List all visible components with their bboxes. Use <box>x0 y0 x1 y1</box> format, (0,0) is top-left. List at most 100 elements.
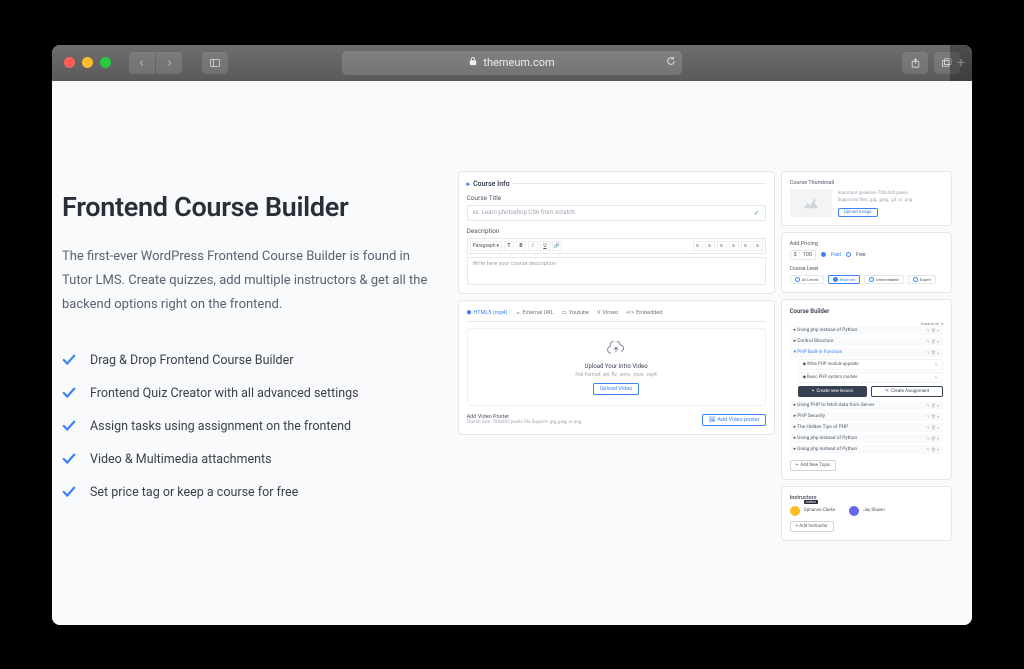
tab-embedded[interactable]: </>Embedded <box>626 309 662 317</box>
image-icon: 🖼 <box>708 417 715 423</box>
align-right-button[interactable]: ≡ <box>717 241 727 251</box>
address-text: themeum.com <box>483 56 554 69</box>
align-center-button[interactable]: ≡ <box>705 241 715 251</box>
reload-button[interactable] <box>666 56 676 69</box>
minimize-window-button[interactable] <box>82 57 93 68</box>
create-assignment-button[interactable]: ✎ Create Assignment <box>871 386 943 397</box>
close-window-button[interactable] <box>64 57 75 68</box>
feature-text: Assign tasks using assignment on the fro… <box>90 419 351 434</box>
free-radio[interactable] <box>846 252 851 257</box>
upload-image-button[interactable]: Upload Image <box>838 208 878 217</box>
author-badge: Author <box>804 500 818 504</box>
price-row: $ 100 Paid Free <box>790 250 943 260</box>
video-tabs: ⬢HTML5 (mp4) 𐄬External URL ▭Youtube VVim… <box>467 309 766 322</box>
add-topic-button[interactable]: + Add New Topic <box>790 460 837 471</box>
create-buttons: + Create new lesson ✎ Create Assignment <box>798 386 943 397</box>
new-tab-button[interactable]: + <box>950 45 972 81</box>
level-row: All Levels Beginner Intermediate Expert <box>790 275 943 284</box>
topic-item[interactable]: ▸ PHP Security✎ 🗑 ▾ <box>790 412 943 421</box>
add-instructor-button[interactable]: + Add Instructor <box>790 521 834 532</box>
poster-info: Add Video Poster Thumb Size: 700x430 pix… <box>467 414 582 425</box>
instructor-chip[interactable]: Ophanne Clarke Author <box>790 506 836 516</box>
paragraph-dropdown[interactable]: Paragraph ▾ <box>470 241 502 251</box>
check-icon <box>62 419 76 433</box>
thumbnail-label: Course Thumbnail <box>790 180 943 186</box>
tab-external-url[interactable]: 𐄬External URL <box>516 309 554 317</box>
upload-area[interactable]: Upload Your Intro Video File Format: avi… <box>467 328 766 406</box>
forward-button[interactable] <box>156 52 182 74</box>
address-bar[interactable]: themeum.com <box>342 51 682 75</box>
thumbnail-box: Important guideline 700x430 pixels Suppo… <box>790 189 943 217</box>
lock-icon <box>469 56 477 69</box>
link-button[interactable]: 🔗 <box>552 241 562 251</box>
tab-vimeo[interactable]: VVimeo <box>597 309 618 317</box>
add-poster-button[interactable]: 🖼 Add Video poster <box>702 414 765 426</box>
upload-title: Upload Your Intro Video <box>476 363 757 370</box>
tab-youtube[interactable]: ▭Youtube <box>562 309 589 317</box>
topic-item[interactable]: ▸ The Hidden Tips of PHP✎ 🗑 ▾ <box>790 423 943 432</box>
course-title-input[interactable]: ex. Learn photoshop CS6 from scratch ✓ <box>467 205 766 221</box>
upload-subtitle: File Format: avi, flv, .wmv, .mov, .mp4 <box>476 372 757 378</box>
topic-item[interactable]: ▸ Using php instead of Python✎ 🗑 ▾ <box>790 434 943 443</box>
underline-button[interactable]: U <box>540 241 550 251</box>
topic-item-expanded[interactable]: ▾ PHP Built-in Function✎ 🗑 ▴ <box>790 348 943 357</box>
youtube-icon: ▭ <box>562 310 567 316</box>
description-textarea[interactable]: Write here your course description <box>467 257 766 285</box>
video-panel: ⬢HTML5 (mp4) 𐄬External URL ▭Youtube VVim… <box>458 300 775 435</box>
titlebar: themeum.com + <box>52 45 972 81</box>
share-button[interactable] <box>902 52 928 74</box>
feature-text: Drag & Drop Frontend Course Builder <box>90 353 293 368</box>
level-intermediate[interactable]: Intermediate <box>864 275 904 284</box>
mockup-column-right: Course Thumbnail Important guideline 700… <box>781 171 952 605</box>
description-label: Description <box>467 227 766 235</box>
instructor-chip[interactable]: Jay Shawn <box>849 506 885 516</box>
course-builder-panel: Course Builder Expand all ▾ ▸ Using php … <box>781 299 952 480</box>
level-beginner[interactable]: Beginner <box>828 275 861 284</box>
feature-item: Drag & Drop Frontend Course Builder <box>62 353 428 368</box>
list-button[interactable]: ≡ <box>729 241 739 251</box>
link-icon: 𐄬 <box>516 309 521 317</box>
code-icon: </> <box>626 310 634 316</box>
traffic-lights <box>64 57 111 68</box>
page-heading: Frontend Course Builder <box>62 191 428 223</box>
more-button[interactable]: ≡ <box>753 241 763 251</box>
bold-button[interactable]: T <box>504 241 514 251</box>
maximize-window-button[interactable] <box>100 57 111 68</box>
feature-text-section: Frontend Course Builder The first-ever W… <box>52 81 448 625</box>
topic-item[interactable]: ▸ Using php instead of Python✎ 🗑 ▾ <box>790 326 943 335</box>
italic-button[interactable]: B <box>516 241 526 251</box>
poster-row: Add Video Poster Thumb Size: 700x430 pix… <box>467 414 766 426</box>
sidebar-toggle-button[interactable] <box>202 52 228 74</box>
check-icon: ✓ <box>754 209 760 217</box>
poster-sub: Thumb Size: 700x430 pixels File Support:… <box>467 420 582 425</box>
feature-item: Video & Multimedia attachments <box>62 452 428 467</box>
pricing-label: Add Pricing <box>790 241 943 247</box>
page-description: The first-ever WordPress Frontend Course… <box>62 245 428 317</box>
currency-input[interactable]: $ 100 <box>790 250 816 260</box>
panel-title: ▸Course Info <box>467 180 766 188</box>
lesson-item[interactable]: ◆ Write PHP module appdate✎ <box>798 359 943 370</box>
avatar-icon <box>849 506 859 516</box>
lesson-item[interactable]: ◆ Basic PHP system module✎ <box>798 372 943 383</box>
thumbnail-info: Important guideline 700x430 pixels Suppo… <box>838 189 943 217</box>
level-expert[interactable]: Expert <box>908 275 936 284</box>
paid-radio[interactable] <box>821 252 826 257</box>
expand-all-link[interactable]: Expand all ▾ <box>790 321 943 326</box>
topic-item[interactable]: ▸ Using PHP to fetch data from Server✎ 🗑… <box>790 401 943 410</box>
create-lesson-button[interactable]: + Create new lesson <box>798 386 868 397</box>
editor-toolbar: Paragraph ▾ T B I U 🔗 ≡ ≡ ≡ ≡ ≡ <box>467 238 766 254</box>
italic-button[interactable]: I <box>528 241 538 251</box>
topic-item[interactable]: ▸ Control Structure✎ 🗑 ▾ <box>790 337 943 346</box>
level-all[interactable]: All Levels <box>790 275 824 284</box>
instructors-panel: Instructors Ophanne Clarke Author Jay Sh… <box>781 486 952 541</box>
feature-text: Video & Multimedia attachments <box>90 452 272 467</box>
course-info-panel: ▸Course Info Course Title ex. Learn phot… <box>458 171 775 294</box>
align-left-button[interactable]: ≡ <box>693 241 703 251</box>
back-button[interactable] <box>129 52 155 74</box>
topic-item[interactable]: ▸ Using php instead of Python✎ 🗑 ▾ <box>790 445 943 454</box>
upload-video-button[interactable]: Upload Video <box>593 383 640 395</box>
feature-text: Frontend Quiz Creator with all advanced … <box>90 386 359 401</box>
check-icon <box>62 452 76 466</box>
tab-html5[interactable]: ⬢HTML5 (mp4) <box>467 309 508 317</box>
list-button[interactable]: ≡ <box>741 241 751 251</box>
